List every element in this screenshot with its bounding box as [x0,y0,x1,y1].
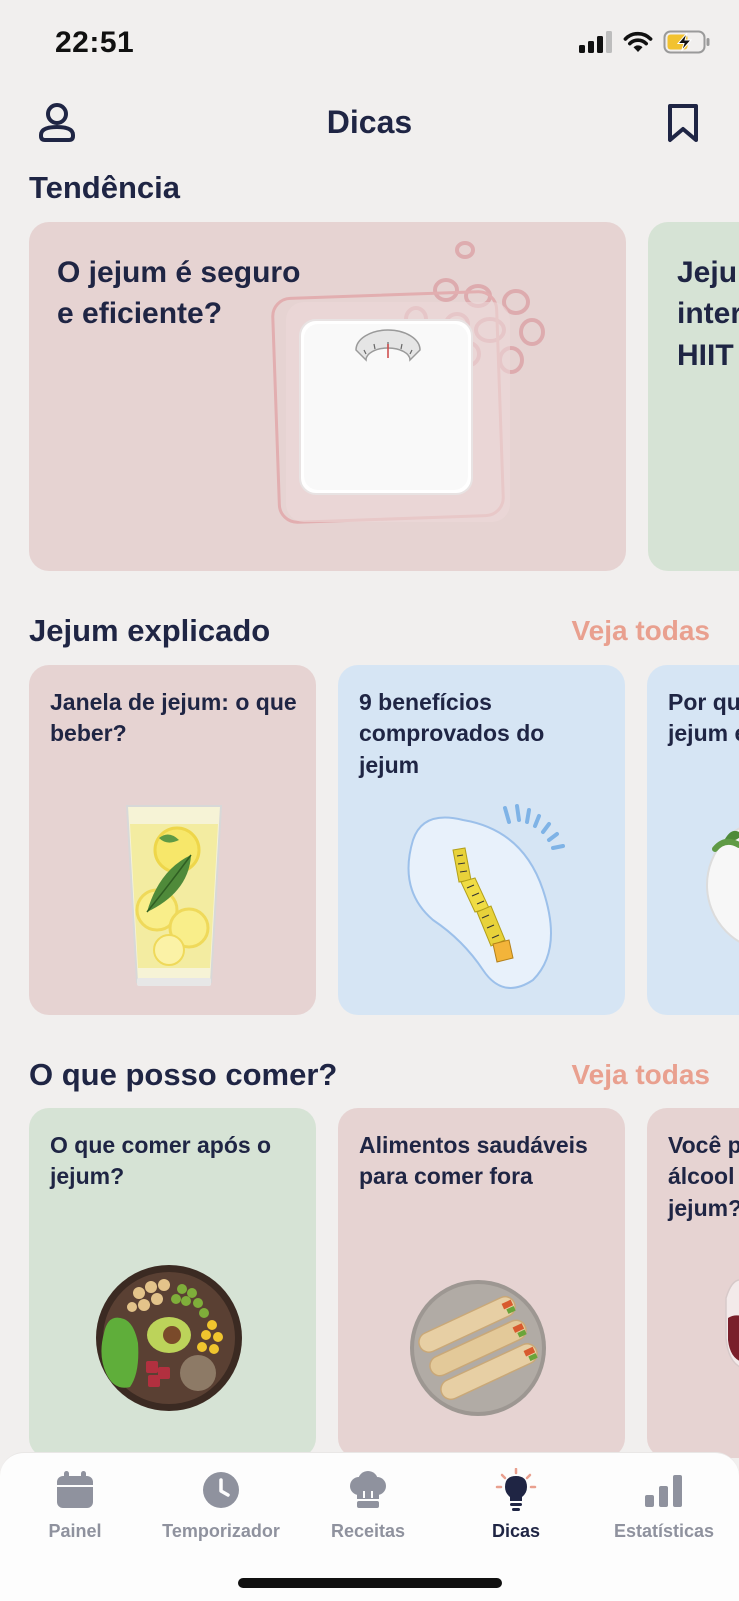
status-time: 22:51 [55,26,135,59]
trending-card-safe-fasting[interactable]: O jejum é seguro e eficiente? [29,222,626,571]
nav-item-temporizador[interactable]: Temporizador [146,1465,296,1542]
nav-label: Receitas [330,1521,406,1541]
home-indicator [238,1578,502,1588]
clock-icon [203,1472,239,1508]
card-title: Jeju inter HIIT [677,256,739,372]
nav-label: Temporizador [162,1521,280,1541]
nav-item-estatisticas[interactable]: Estatísticas [589,1465,739,1542]
nav-label: Painel [48,1521,102,1541]
chef-hat-icon [350,1471,386,1508]
card-title: Você p álcool jejum? [668,1132,739,1221]
see-all-link-food[interactable]: Veja todas [571,1059,710,1091]
section-title-trending: Tendência [29,170,181,205]
wine-glass-illustration [725,1279,739,1368]
trending-card-hiit[interactable]: Jeju inter HIIT [648,222,739,571]
section-title-fasting-explained: Jejum explicado [29,613,271,648]
card-title: Janela de jejum: o que beber? [50,689,297,747]
lightbulb-icon [495,1468,537,1511]
measuring-tape-illustration [407,804,565,989]
article-card-healthy-eating-out[interactable]: Alimentos saudáveis para comer fora [338,1108,625,1458]
wifi-icon [623,31,653,52]
card-title: O que comer após o jejum? [50,1132,272,1190]
salad-plate-illustration [706,827,739,943]
card-title: Por qu jejum e [668,689,739,747]
page-title: Dicas [326,104,413,140]
wraps-plate-illustration [410,1280,546,1416]
nav-item-receitas[interactable]: Receitas [293,1465,443,1542]
card-title: 9 benefícios comprovados do jejum [359,689,545,778]
lemon-water-glass-illustration [125,805,223,986]
nav-item-dicas[interactable]: Dicas [441,1465,591,1542]
calendar-icon [57,1471,93,1508]
bathroom-scale-illustration [271,241,545,524]
bookmarks-button[interactable] [660,100,706,146]
article-card-what-to-eat-after-fasting[interactable]: O que comer após o jejum? [29,1108,316,1458]
battery-charging-icon [663,30,710,54]
nav-item-painel[interactable]: Painel [0,1465,150,1542]
see-all-link-fasting[interactable]: Veja todas [571,615,710,647]
section-title-what-to-eat: O que posso comer? [29,1057,338,1092]
article-card-what-to-drink[interactable]: Janela de jejum: o que beber? [29,665,316,1015]
bookmark-icon [668,104,698,142]
article-card-fasting-benefits[interactable]: 9 benefícios comprovados do jejum [338,665,625,1015]
article-card-why-fasting[interactable]: Por qu jejum e [647,665,739,1015]
nav-label: Dicas [491,1521,541,1541]
status-icons [579,30,711,54]
buddha-bowl-illustration [96,1265,242,1411]
bar-chart-icon [645,1475,682,1507]
card-title: Alimentos saudáveis para comer fora [359,1132,588,1190]
article-card-alcohol-fasting[interactable]: Você p álcool jejum? [647,1108,739,1458]
signal-icon [579,31,612,53]
nav-label: Estatísticas [613,1521,715,1541]
